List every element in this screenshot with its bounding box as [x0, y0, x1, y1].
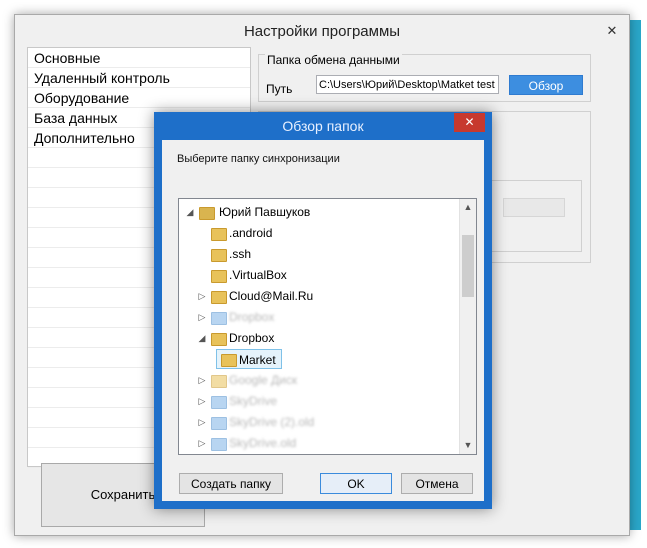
new-folder-button[interactable]: Создать папку: [179, 473, 283, 494]
browse-folders-dialog: Обзор папок ✕ Выберите папку синхронизац…: [154, 112, 492, 509]
collapsed-arrow-icon[interactable]: ▷: [197, 370, 207, 390]
tree-scrollbar[interactable]: ▲ ▼: [459, 199, 476, 454]
folder-icon: [211, 333, 227, 346]
folder-icon: [211, 228, 227, 241]
dialog-title[interactable]: Обзор папок: [154, 112, 492, 140]
folder-icon: [211, 438, 227, 451]
folder-icon: [211, 291, 227, 304]
folder-icon: [211, 375, 227, 388]
tree-node-label: .android: [229, 226, 273, 240]
browse-button[interactable]: Обзор: [509, 75, 583, 95]
dialog-close-button[interactable]: ✕: [454, 113, 485, 132]
tree-node-label: Юрий Павшуков: [219, 205, 311, 219]
dialog-prompt: Выберите папку синхронизации: [177, 153, 340, 165]
folder-icon: [211, 312, 227, 325]
folder-icon: [211, 396, 227, 409]
path-label: Путь: [266, 82, 293, 96]
tree-node-label: Dropbox: [229, 310, 275, 324]
tree-node-label: Market: [239, 353, 276, 367]
scroll-up-icon[interactable]: ▲: [460, 199, 476, 215]
tree-node-label: .VirtualBox: [229, 268, 287, 282]
folder-icon: [221, 354, 237, 367]
tree-node-label: Dropbox: [229, 331, 275, 345]
close-button[interactable]: ✕: [601, 21, 623, 41]
exchange-folder-group: Папка обмена данными Путь C:\Users\Юрий\…: [258, 53, 591, 102]
exchange-folder-legend: Папка обмена данными: [265, 53, 402, 67]
tree-node-label: SkyDrive.old: [229, 436, 297, 450]
cancel-button[interactable]: Отмена: [401, 473, 473, 494]
user-folder-icon: [199, 207, 215, 220]
settings-inner-bar: [503, 198, 565, 217]
folder-icon: [211, 417, 227, 430]
title-bar[interactable]: Настройки программы ✕: [15, 15, 629, 47]
scroll-down-icon[interactable]: ▼: [460, 437, 476, 453]
tree-node-label: Google Диск: [229, 373, 298, 387]
collapsed-arrow-icon[interactable]: ▷: [197, 412, 207, 432]
dialog-body: Выберите папку синхронизации ◢ Юрий Павш…: [162, 140, 484, 501]
menu-item-remote-control[interactable]: Удаленный контроль: [28, 68, 250, 88]
collapsed-arrow-icon[interactable]: ▷: [197, 286, 207, 306]
collapsed-arrow-icon[interactable]: ▷: [197, 433, 207, 453]
collapsed-arrow-icon[interactable]: ▷: [197, 391, 207, 411]
tree-node-label: SkyDrive: [229, 394, 278, 408]
menu-item-general[interactable]: Основные: [28, 48, 250, 68]
scroll-thumb[interactable]: [462, 235, 474, 297]
tree-node-label: SkyDrive (2).old: [229, 415, 315, 429]
collapsed-arrow-icon[interactable]: ▷: [197, 307, 207, 327]
window-title: Настройки программы: [243, 23, 401, 40]
ok-button[interactable]: OK: [320, 473, 392, 494]
expanded-arrow-icon[interactable]: ◢: [185, 202, 195, 222]
tree-node-label: Cloud@Mail.Ru: [229, 289, 314, 303]
expanded-arrow-icon[interactable]: ◢: [197, 328, 207, 348]
folder-icon: [211, 249, 227, 262]
folder-icon: [211, 270, 227, 283]
tree-node-market[interactable]: Market: [216, 349, 282, 369]
background-window-edge: [629, 20, 641, 530]
tree-node-label: .ssh: [229, 247, 252, 261]
folder-tree[interactable]: ◢ Юрий Павшуков .android .ssh .VirtualBo…: [178, 198, 477, 455]
menu-item-equipment[interactable]: Оборудование: [28, 88, 250, 108]
path-field[interactable]: C:\Users\Юрий\Desktop\Matket test: [316, 75, 499, 94]
